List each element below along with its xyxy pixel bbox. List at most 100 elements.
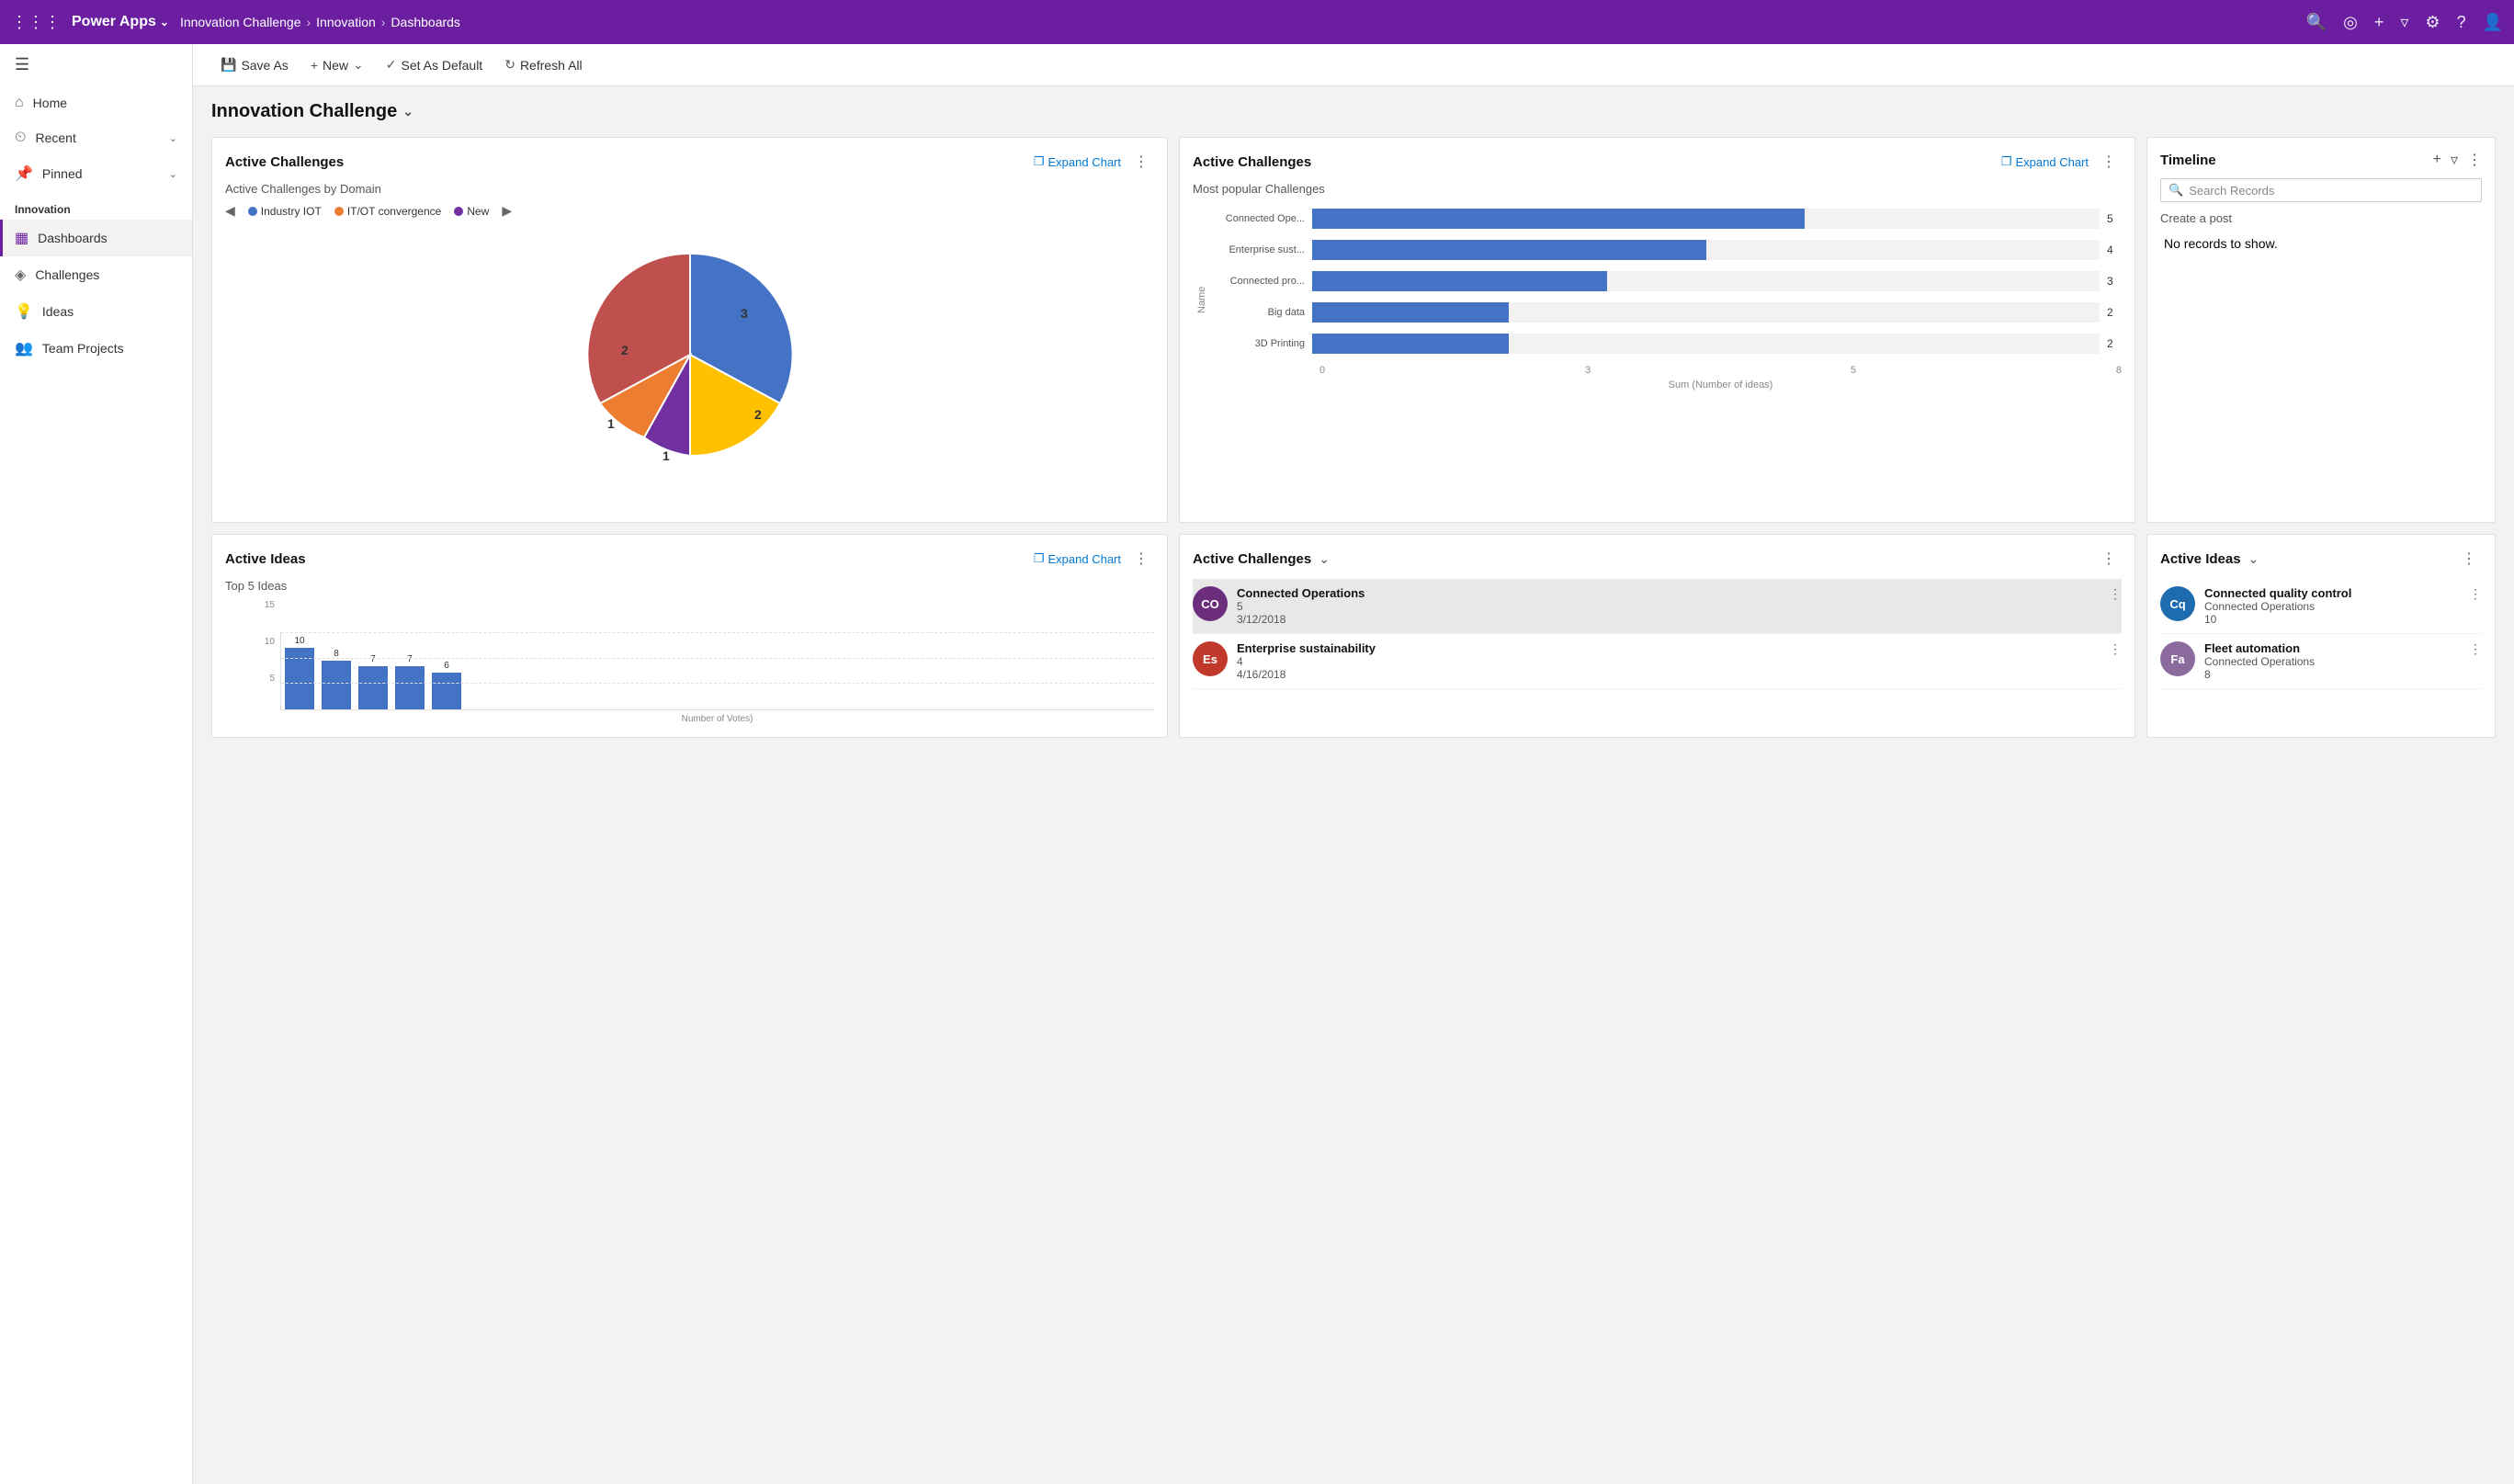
challenge-more-1[interactable]: ⋮ [2109, 641, 2122, 657]
bar-expand-button[interactable]: ❐ Expand Chart [2001, 154, 2089, 169]
new-button[interactable]: + New ⌄ [301, 51, 373, 78]
challenges-list-chevron-icon[interactable]: ⌄ [1319, 551, 1330, 567]
challenge-name-0: Connected Operations [1237, 586, 2100, 600]
challenge-item-0[interactable]: CO Connected Operations 5 3/12/2018 ⋮ [1193, 579, 2122, 634]
ideas-list: Cq Connected quality control Connected O… [2160, 579, 2482, 689]
sidebar-label-home: Home [33, 96, 67, 110]
ideas-bar-col-3: 7 [395, 654, 425, 709]
bar-chart-card: Active Challenges ❐ Expand Chart ⋮ Most … [1179, 137, 2135, 523]
challenges-list-more[interactable]: ⋮ [2096, 548, 2122, 570]
pie-expand-label: Expand Chart [1048, 155, 1122, 169]
idea-sub-1: Connected Operations [2204, 655, 2460, 668]
sidebar-item-dashboards[interactable]: ▦ Dashboards [0, 220, 192, 256]
search-icon[interactable]: 🔍 [2306, 13, 2327, 32]
bar-value-3: 2 [2107, 306, 2122, 319]
dashboard-area: Innovation Challenge ⌄ Active Challenges… [193, 86, 2514, 1484]
breadcrumb-innovation-challenge[interactable]: Innovation Challenge [180, 15, 301, 29]
ideas-more-button[interactable]: ⋮ [1128, 548, 1154, 570]
sidebar-item-teamprojects[interactable]: 👥 Team Projects [0, 330, 192, 367]
challenge-more-0[interactable]: ⋮ [2109, 586, 2122, 602]
bar-label-3: Big data [1211, 307, 1312, 318]
help-icon[interactable]: ? [2457, 13, 2466, 32]
challenges-list-title: Active Challenges [1193, 551, 1311, 567]
set-as-default-button[interactable]: ✓ Set As Default [377, 51, 492, 78]
expand-icon: ❐ [1034, 154, 1045, 169]
bar-chart-area: Name Connected Ope... 5 Enterprise sust.… [1193, 209, 2122, 391]
timeline-add-icon[interactable]: + [2433, 152, 2441, 168]
svg-text:1: 1 [607, 416, 615, 431]
timeline-more-icon[interactable]: ⋮ [2467, 151, 2482, 169]
app-logo[interactable]: Power Apps ⌄ [72, 14, 169, 30]
sidebar-section-innovation: Innovation [0, 192, 192, 220]
toolbar: 💾 Save As + New ⌄ ✓ Set As Default ↻ Ref… [193, 44, 2514, 86]
timeline-search-placeholder: Search Records [2189, 184, 2274, 198]
idea-more-1[interactable]: ⋮ [2469, 641, 2482, 657]
idea-more-0[interactable]: ⋮ [2469, 586, 2482, 602]
bar-fill-4 [1312, 334, 1509, 354]
app-body: ☰ ⌂ Home ⏲ Recent ⌄ 📌 Pinned ⌄ Innovatio… [0, 44, 2514, 1484]
timeline-scroll-area[interactable]: No records to show. [2160, 232, 2482, 255]
refresh-all-label: Refresh All [520, 58, 583, 73]
ideas-bar-2 [358, 666, 388, 709]
idea-item-0[interactable]: Cq Connected quality control Connected O… [2160, 579, 2482, 634]
pie-chart-visual: 3 2 1 1 2 [225, 226, 1154, 483]
pie-more-button[interactable]: ⋮ [1128, 151, 1154, 173]
bar-more-button[interactable]: ⋮ [2096, 151, 2122, 173]
sidebar-item-recent[interactable]: ⏲ Recent ⌄ [0, 120, 192, 155]
bar-fill-2 [1312, 271, 1607, 291]
add-icon[interactable]: + [2374, 13, 2384, 32]
challenge-item-1[interactable]: Es Enterprise sustainability 4 4/16/2018… [1193, 634, 2122, 689]
idea-avatar-1: Fa [2160, 641, 2195, 676]
bar-value-4: 2 [2107, 337, 2122, 350]
ideas-list-more[interactable]: ⋮ [2456, 548, 2482, 570]
bar-label-4: 3D Printing [1211, 338, 1312, 349]
y-tick-10: 10 [253, 637, 275, 647]
settings-icon[interactable]: ⚙ [2425, 13, 2440, 32]
main-content: 💾 Save As + New ⌄ ✓ Set As Default ↻ Ref… [193, 44, 2514, 1484]
target-icon[interactable]: ◎ [2343, 13, 2358, 32]
filter-icon[interactable]: ▿ [2400, 13, 2408, 32]
pie-nav-left[interactable]: ◀ [225, 203, 235, 219]
timeline-card: Timeline + ▿ ⋮ 🔍 Search Records Create a… [2146, 137, 2496, 523]
breadcrumb-dashboards[interactable]: Dashboards [391, 15, 460, 29]
ideas-card-header: Active Ideas ❐ Expand Chart ⋮ [225, 548, 1154, 570]
pie-nav-right[interactable]: ▶ [502, 203, 512, 219]
bar-subtitle: Most popular Challenges [1193, 182, 2122, 196]
legend-item-iotconvergence: IT/OT convergence [334, 205, 442, 218]
dashboard-title-chevron-icon[interactable]: ⌄ [402, 104, 413, 119]
sidebar-item-pinned[interactable]: 📌 Pinned ⌄ [0, 155, 192, 192]
save-as-button[interactable]: 💾 Save As [211, 51, 298, 78]
timeline-title: Timeline [2160, 153, 2216, 168]
challenge-avatar-0: CO [1193, 586, 1228, 621]
top-nav-icons: 🔍 ◎ + ▿ ⚙ ? 👤 [2306, 13, 2503, 32]
timeline-filter-icon[interactable]: ▿ [2451, 151, 2458, 169]
timeline-create-post[interactable]: Create a post [2160, 211, 2482, 225]
ideas-expand-button[interactable]: ❐ Expand Chart [1034, 551, 1121, 566]
bar-xaxis-label: Sum (Number of ideas) [1211, 379, 2122, 391]
pie-expand-button[interactable]: ❐ Expand Chart [1034, 154, 1121, 169]
ideas-list-chevron-icon[interactable]: ⌄ [2248, 551, 2259, 567]
refresh-icon: ↻ [504, 57, 515, 73]
sidebar-item-challenges[interactable]: ◈ Challenges [0, 256, 192, 293]
bar-x-axis: 0 3 5 8 [1211, 365, 2122, 376]
svg-text:2: 2 [754, 407, 762, 422]
sidebar-hamburger[interactable]: ☰ [0, 44, 192, 85]
refresh-all-button[interactable]: ↻ Refresh All [495, 51, 591, 78]
idea-sub-0: Connected Operations [2204, 600, 2460, 613]
waffle-icon[interactable]: ⋮⋮⋮ [11, 13, 61, 32]
sidebar-label-recent: Recent [35, 130, 75, 145]
sidebar-item-ideas[interactable]: 💡 Ideas [0, 293, 192, 330]
legend-item-industry-iot: Industry IOT [248, 205, 322, 218]
timeline-search[interactable]: 🔍 Search Records [2160, 178, 2482, 202]
sidebar-item-home[interactable]: ⌂ Home [0, 85, 192, 120]
challenges-list: CO Connected Operations 5 3/12/2018 ⋮ Es [1193, 579, 2122, 689]
y-tick-15: 15 [253, 600, 275, 610]
idea-item-1[interactable]: Fa Fleet automation Connected Operations… [2160, 634, 2482, 689]
bar-tick-2: 5 [1851, 365, 1856, 376]
bar-track-4 [1312, 334, 2100, 354]
bar-track-0 [1312, 209, 2100, 229]
bar-label-1: Enterprise sust... [1211, 244, 1312, 255]
breadcrumb-innovation[interactable]: Innovation [316, 15, 376, 29]
bar-label-0: Connected Ope... [1211, 213, 1312, 224]
user-icon[interactable]: 👤 [2483, 13, 2503, 32]
